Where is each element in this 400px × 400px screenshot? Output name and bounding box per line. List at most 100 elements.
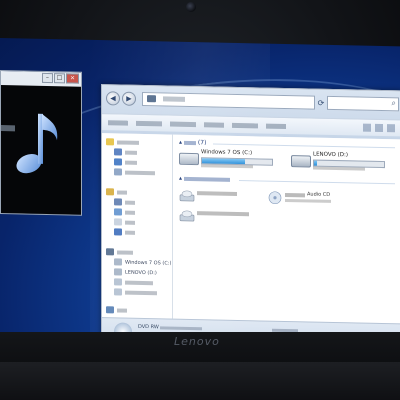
toolbar-item-control-panel[interactable]: [266, 123, 286, 129]
nav-dvd-drive-label: [125, 290, 157, 295]
group-title: [183, 176, 230, 182]
dvd-rw-drive-free-space: [285, 198, 331, 203]
forward-arrow-icon[interactable]: ▶: [122, 91, 136, 106]
disc-drive-icon: [114, 278, 122, 286]
libraries-icon: [106, 188, 114, 196]
nav-documents-label: [125, 220, 135, 225]
hard-drive-icon: [114, 268, 122, 276]
toolbar-item-uninstall[interactable]: [204, 121, 224, 128]
nav-desktop[interactable]: [114, 157, 137, 166]
disc-drive-icon: [114, 288, 122, 296]
nav-network-label: [117, 307, 127, 313]
hard-drive-icon: [114, 258, 122, 266]
nav-network[interactable]: [106, 305, 127, 314]
bd-rom-drive[interactable]: [179, 209, 279, 229]
preview-pane-icon[interactable]: [375, 123, 383, 133]
laptop-photo: – □ × ◀ ▶ ⟳ ⌕ Windows 7 OS (C:) LENOVO (…: [0, 0, 400, 400]
nav-videos-label: [125, 200, 135, 205]
computer-icon: [106, 248, 114, 256]
nav-dvd-drive[interactable]: [114, 287, 157, 297]
disc-drive-icon: [179, 210, 195, 222]
nav-music[interactable]: [114, 227, 135, 236]
cd-drive-name: [197, 191, 237, 196]
drive-d[interactable]: LENOVO (D:): [291, 151, 399, 175]
desktop-icon: [114, 158, 122, 166]
drive-c-usage-fill: [202, 158, 246, 165]
laptop-keyboard-edge: [0, 362, 400, 400]
nav-recent[interactable]: [114, 167, 155, 177]
dvd-rw-drive-tag: Audio CD: [307, 191, 331, 198]
nav-music-label: [125, 230, 135, 235]
nav-cd-drive[interactable]: [114, 277, 153, 287]
cd-drive[interactable]: [179, 189, 279, 209]
webcam: [186, 2, 196, 12]
drive-d-name: LENOVO (D:): [313, 151, 349, 159]
dvd-rw-drive-name: [285, 192, 305, 198]
nav-downloads-label: [125, 150, 137, 155]
nav-drive-d[interactable]: LENOVO (D:): [114, 267, 157, 277]
nav-drive-c-label: Windows 7 OS (C:): [125, 259, 172, 267]
toolbar-item-organize[interactable]: [108, 119, 128, 126]
nav-downloads[interactable]: [114, 147, 137, 156]
nav-videos[interactable]: [114, 197, 135, 206]
dvd-rw-drive[interactable]: Audio CD: [267, 191, 397, 216]
drive-c[interactable]: Windows 7 OS (C:): [179, 149, 289, 173]
nav-pictures-label: [125, 210, 135, 215]
star-icon: [106, 138, 114, 146]
search-input[interactable]: ⌕: [327, 95, 399, 112]
drive-c-free-space: [201, 164, 253, 169]
nav-favorites-label: [117, 139, 139, 145]
music-icon: [114, 228, 122, 236]
drive-d-usage-fill: [314, 160, 317, 166]
nav-documents[interactable]: [114, 217, 135, 226]
music-note-icon: [16, 113, 58, 174]
nav-cd-drive-label: [125, 280, 153, 285]
content-pane: ▴ (7) Windows 7 OS (C:) LENOVO (D:) ▴ Au…: [173, 134, 400, 324]
toolbar-item-system-properties[interactable]: [170, 121, 196, 127]
address-breadcrumb[interactable]: [163, 96, 185, 102]
hard-drive-icon: [291, 155, 311, 168]
toolbar-item-map-drive[interactable]: [232, 122, 258, 128]
network-icon: [106, 306, 114, 314]
details-drive-name: [160, 326, 202, 331]
close-icon[interactable]: ×: [66, 73, 79, 84]
group-count: (7): [197, 139, 207, 147]
group-title: [183, 140, 196, 145]
nav-libraries[interactable]: [106, 187, 127, 196]
group-header-removable[interactable]: ▴: [179, 175, 232, 183]
explorer-window[interactable]: ◀ ▶ ⟳ ⌕ Windows 7 OS (C:) LENOVO (D:) ▴ …: [101, 84, 400, 341]
brand-logo: Lenovo: [174, 335, 220, 348]
laptop-screen: – □ × ◀ ▶ ⟳ ⌕ Windows 7 OS (C:) LENOVO (…: [0, 38, 400, 341]
group-divider: [239, 180, 395, 185]
computer-icon: [147, 95, 156, 103]
toolbar-item-properties[interactable]: [136, 120, 162, 126]
player-titlebar: – □ ×: [1, 71, 81, 85]
search-icon: ⌕: [391, 98, 396, 108]
navigation-pane: Windows 7 OS (C:) LENOVO (D:): [102, 133, 173, 319]
nav-drive-c[interactable]: Windows 7 OS (C:): [114, 257, 171, 267]
downloads-icon: [114, 148, 122, 156]
hard-drive-icon: [179, 152, 199, 166]
maximize-icon[interactable]: □: [54, 73, 65, 84]
nav-pictures[interactable]: [114, 207, 135, 216]
help-icon[interactable]: [387, 124, 395, 133]
nav-favorites[interactable]: [106, 137, 139, 147]
group-divider: [213, 143, 395, 149]
drive-d-free-space: [313, 166, 365, 171]
nav-recent-label: [125, 170, 155, 175]
minimize-icon[interactable]: –: [42, 72, 53, 84]
nav-libraries-label: [117, 189, 127, 195]
group-header-hard-drives[interactable]: ▴ (7): [179, 139, 206, 147]
videos-icon: [114, 198, 122, 206]
drive-c-name: Windows 7 OS (C:): [201, 149, 253, 157]
refresh-icon[interactable]: ⟳: [315, 97, 327, 109]
details-drive-tag: DVD RW: [138, 323, 159, 331]
view-options-icon[interactable]: [363, 123, 371, 132]
nav-computer[interactable]: [106, 247, 133, 257]
media-player-window[interactable]: – □ ×: [0, 70, 82, 216]
nav-desktop-label: [125, 160, 137, 165]
nav-computer-label: [117, 249, 133, 255]
bd-rom-drive-name: [197, 211, 249, 217]
player-info-text: [1, 125, 15, 132]
back-arrow-icon[interactable]: ◀: [106, 91, 120, 106]
